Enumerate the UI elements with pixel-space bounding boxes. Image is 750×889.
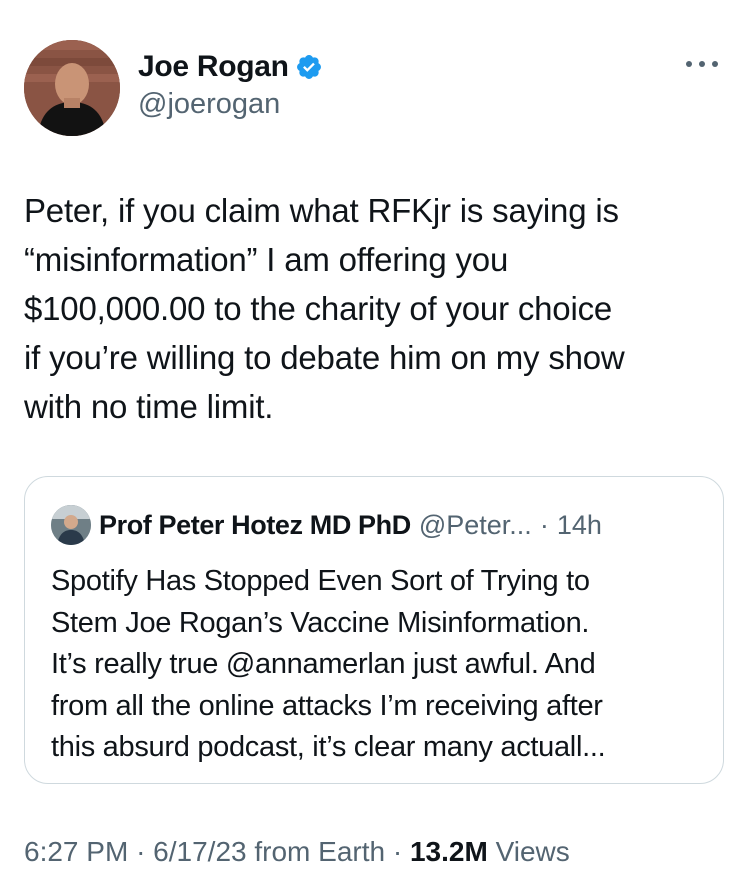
tweet-date[interactable]: 6/17/23: [153, 836, 246, 867]
more-dot-icon: [686, 61, 692, 67]
quoted-tweet-header: Prof Peter Hotez MD PhD @Peter... · 14h: [51, 505, 602, 545]
quoted-timestamp[interactable]: 14h: [557, 510, 602, 541]
more-dot-icon: [712, 61, 718, 67]
more-dot-icon: [699, 61, 705, 67]
author-avatar-image: [24, 40, 120, 136]
tweet-header: Joe Rogan @joerogan: [24, 40, 726, 136]
quoted-tweet-text: Spotify Has Stopped Even Sort of Trying …: [51, 565, 606, 763]
views-label: Views: [495, 836, 570, 867]
tweet-text: Peter, if you claim what RFKjr is saying…: [24, 192, 625, 425]
author-avatar[interactable]: [24, 40, 120, 136]
author-handle[interactable]: @joerogan: [138, 88, 323, 121]
author-name-row: Joe Rogan: [138, 48, 323, 86]
separator-dot: ·: [539, 509, 549, 540]
quoted-author-avatar[interactable]: [51, 505, 91, 545]
verified-badge-icon: [296, 55, 321, 79]
quoted-author-avatar-image: [51, 505, 91, 545]
more-options-button[interactable]: [686, 54, 718, 74]
separator-dot: ·: [136, 836, 146, 867]
tweet-time[interactable]: 6:27 PM: [24, 836, 128, 867]
tweet-source: from Earth: [254, 836, 386, 867]
tweet-metadata: 6:27 PM · 6/17/23 from Earth · 13.2M Vie…: [24, 836, 570, 868]
quoted-author-handle[interactable]: @Peter...: [419, 510, 532, 541]
views-count: 13.2M: [409, 836, 488, 867]
quoted-tweet[interactable]: Prof Peter Hotez MD PhD @Peter... · 14h …: [24, 476, 724, 784]
author-display-name[interactable]: Joe Rogan: [138, 50, 289, 84]
author-info: Joe Rogan @joerogan: [138, 48, 323, 121]
quoted-author-name[interactable]: Prof Peter Hotez MD PhD: [99, 510, 411, 541]
separator-dot: ·: [392, 836, 403, 867]
